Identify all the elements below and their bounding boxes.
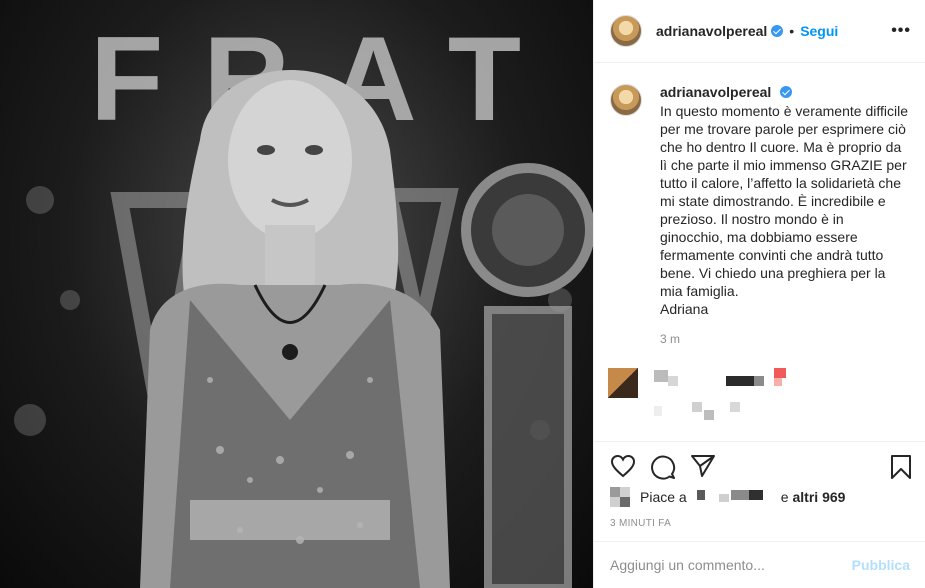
caption-row: adrianavolpereal In questo momento è ver…: [610, 84, 910, 346]
instagram-post-modal: FRAT: [0, 0, 925, 588]
bookmark-icon[interactable]: [890, 454, 912, 485]
action-bar: [594, 441, 925, 489]
send-icon[interactable]: [690, 454, 716, 483]
more-options-icon[interactable]: •••: [891, 22, 911, 40]
likes-prefix: Piace a: [640, 489, 687, 505]
verified-badge-icon: [771, 25, 784, 37]
avatar[interactable]: [610, 15, 642, 47]
obscured-pixel: [730, 402, 740, 412]
header-separator-dot: •: [789, 23, 795, 39]
publish-button[interactable]: Pubblica: [852, 557, 910, 573]
comment-bar: Pubblica: [594, 541, 925, 588]
likes-summary: Piace a e altri 969: [610, 487, 845, 507]
caption-body: adrianavolpereal In questo momento è ver…: [660, 84, 910, 346]
obscured-comment: [608, 368, 808, 428]
obscured-pixel: [726, 376, 754, 386]
photo-illustration: FRAT: [14, 12, 593, 588]
obscured-pixel: [692, 402, 702, 412]
caption-avatar[interactable]: [610, 84, 642, 116]
likes-others-link[interactable]: altri 969: [793, 489, 846, 505]
post-header: adrianavolpereal • Segui •••: [594, 0, 925, 63]
verified-badge-icon: [779, 86, 792, 98]
liker-avatar[interactable]: [610, 487, 630, 507]
likes-and: e: [780, 489, 789, 505]
obscured-liker-name[interactable]: [691, 490, 777, 504]
obscured-pixel: [654, 406, 662, 416]
comment-icon[interactable]: [650, 454, 676, 485]
obscured-pixel: [668, 376, 678, 386]
post-date[interactable]: 3 MINUTI FA: [610, 518, 671, 529]
obscured-pixel: [774, 368, 786, 378]
caption-timestamp[interactable]: 3 m: [660, 332, 910, 346]
obscured-pixel: [774, 378, 782, 386]
obscured-avatar: [608, 368, 638, 398]
comment-input[interactable]: [610, 557, 852, 573]
post-photo[interactable]: FRAT: [0, 0, 593, 588]
follow-button[interactable]: Segui: [800, 23, 838, 39]
obscured-pixel: [754, 376, 764, 386]
post-sidebar: adrianavolpereal • Segui ••• adrianavolp…: [593, 0, 925, 588]
obscured-pixel: [704, 410, 714, 420]
header-username[interactable]: adrianavolpereal: [656, 23, 767, 39]
caption-text: In questo momento è veramente difficile …: [660, 103, 908, 317]
caption-area: adrianavolpereal In questo momento è ver…: [594, 64, 925, 440]
heart-icon[interactable]: [610, 454, 636, 483]
caption-username[interactable]: adrianavolpereal: [660, 84, 771, 100]
obscured-pixel: [654, 370, 668, 382]
